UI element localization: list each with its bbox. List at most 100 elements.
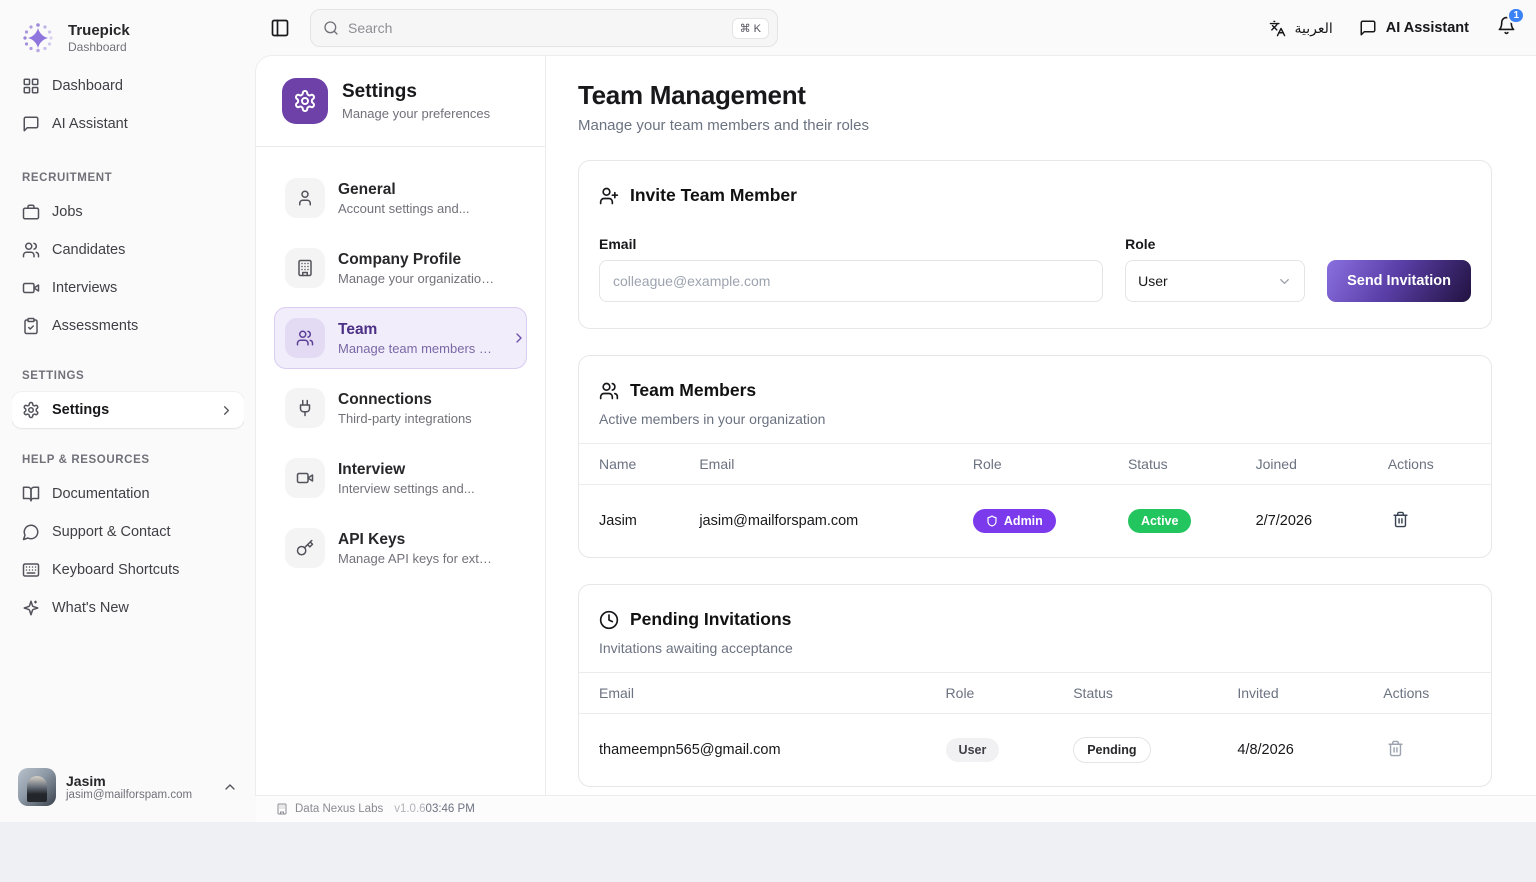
sidebar-item-label: Settings [52,402,109,418]
column-header: Invited [1217,685,1363,701]
settings-nav-desc: Manage your organization... [338,271,498,286]
app-window: Truepick Dashboard Dashboard AI Assistan… [0,0,1536,822]
footer-clock: 03:46 PM [426,803,1516,815]
settings-panel-subtitle: Manage your preferences [342,106,490,121]
sidebar-item-whats-new[interactable]: What's New [12,590,244,626]
clock-icon [599,610,619,630]
notifications-button[interactable]: 1 [1495,14,1518,42]
sidebar: Truepick Dashboard Dashboard AI Assistan… [0,0,256,822]
plug-icon [285,388,325,428]
pending-invitations-title: Pending Invitations [630,609,791,630]
settings-subnav: Settings Manage your preferences General… [256,56,546,795]
settings-nav-desc: Third-party integrations [338,411,472,426]
column-header: Email [679,456,953,472]
sidebar-item-label: Support & Contact [52,524,171,540]
user-menu[interactable]: Jasim jasim@mailforspam.com [12,762,244,812]
table-row: Jasim jasim@mailforspam.com Admin [579,485,1491,557]
trash-icon [1392,511,1409,528]
sidebar-item-label: Assessments [52,318,138,334]
settings-nav-general[interactable]: General Account settings and... [274,167,527,229]
pending-invitations-card: Pending Invitations Invitations awaiting… [578,584,1492,787]
users-icon [599,381,619,401]
desktop-background [0,822,1536,882]
role-select[interactable]: User [1125,260,1305,302]
chevron-up-icon [222,779,238,795]
column-header: Name [579,456,679,472]
settings-gear-icon [282,78,328,124]
sparkles-icon [22,599,40,617]
send-invitation-button[interactable]: Send Invitation [1327,260,1471,302]
sidebar-toggle-button[interactable] [264,12,296,44]
team-members-title: Team Members [630,380,756,401]
settings-nav-team[interactable]: Team Manage team members an... [274,307,527,369]
settings-nav-connections[interactable]: Connections Third-party integrations [274,377,527,439]
invite-email-field[interactable] [599,260,1103,302]
keyboard-icon [22,561,40,579]
footer-company-name: Data Nexus Labs [295,803,383,815]
content-area: Settings Manage your preferences General… [256,56,1536,795]
search-icon [323,20,339,36]
sidebar-item-label: Candidates [52,242,125,258]
chat-bubble-icon [1359,19,1377,37]
brand[interactable]: Truepick Dashboard [12,14,244,68]
pending-invitations-table: Email Role Status Invited Actions thamee… [579,672,1491,786]
topbar: Search ⌘ K العربية AI Assistant [256,0,1536,56]
sidebar-item-candidates[interactable]: Candidates [12,232,244,268]
status-badge: Active [1128,509,1192,533]
user-plus-icon [599,186,619,206]
sidebar-item-label: Dashboard [52,78,123,94]
sidebar-item-documentation[interactable]: Documentation [12,476,244,512]
chevron-down-icon [1277,274,1292,289]
brand-name: Truepick [68,22,130,39]
sidebar-item-jobs[interactable]: Jobs [12,194,244,230]
email-field-label: Email [599,236,1103,252]
settings-nav-interview[interactable]: Interview Interview settings and... [274,447,527,509]
book-open-icon [22,485,40,503]
users-icon [285,318,325,358]
page-subtitle: Manage your team members and their roles [578,117,1492,134]
team-members-table: Name Email Role Status Joined Actions Ja… [579,443,1491,557]
settings-nav-label: Interview [338,460,475,479]
shield-icon [986,515,998,527]
sidebar-item-settings[interactable]: Settings [12,392,244,428]
video-camera-icon [22,279,40,297]
column-header: Role [926,685,1054,701]
sidebar-item-support[interactable]: Support & Contact [12,514,244,550]
sidebar-item-assessments[interactable]: Assessments [12,308,244,344]
sidebar-item-keyboard-shortcuts[interactable]: Keyboard Shortcuts [12,552,244,588]
sidebar-item-ai-assistant[interactable]: AI Assistant [12,106,244,142]
member-email: jasim@mailforspam.com [679,513,953,529]
table-header-row: Name Email Role Status Joined Actions [579,443,1491,485]
settings-nav-api-keys[interactable]: API Keys Manage API keys for external... [274,517,527,579]
column-header: Actions [1368,456,1491,472]
sidebar-item-dashboard[interactable]: Dashboard [12,68,244,104]
delete-invitation-button[interactable] [1383,736,1408,764]
ai-assistant-button[interactable]: AI Assistant [1359,19,1469,37]
settings-nav-label: API Keys [338,530,498,549]
briefcase-icon [22,203,40,221]
team-members-card: Team Members Active members in your orga… [578,355,1492,558]
building-icon [276,803,288,815]
language-switcher[interactable]: العربية [1269,20,1332,37]
languages-icon [1269,20,1286,37]
chat-bubble-icon [22,115,40,133]
main-region: Search ⌘ K العربية AI Assistant [256,0,1536,822]
team-management-page: Team Management Manage your team members… [546,56,1536,795]
settings-nav-company-profile[interactable]: Company Profile Manage your organization… [274,237,527,299]
settings-nav-desc: Account settings and... [338,201,470,216]
settings-nav-desc: Interview settings and... [338,481,475,496]
section-title-help: HELP & RESOURCES [22,454,244,466]
column-header: Email [579,685,926,701]
search-input[interactable]: Search ⌘ K [310,9,778,47]
settings-nav-label: General [338,180,470,199]
sidebar-item-interviews[interactable]: Interviews [12,270,244,306]
role-field-label: Role [1125,236,1305,252]
users-icon [22,241,40,259]
sidebar-item-label: AI Assistant [52,116,128,132]
chevron-right-icon [219,403,234,418]
page-title: Team Management [578,80,1492,111]
invitation-date: 4/8/2026 [1217,742,1363,758]
language-label: العربية [1294,20,1332,37]
role-select-value: User [1138,273,1168,289]
delete-member-button[interactable] [1388,507,1413,535]
